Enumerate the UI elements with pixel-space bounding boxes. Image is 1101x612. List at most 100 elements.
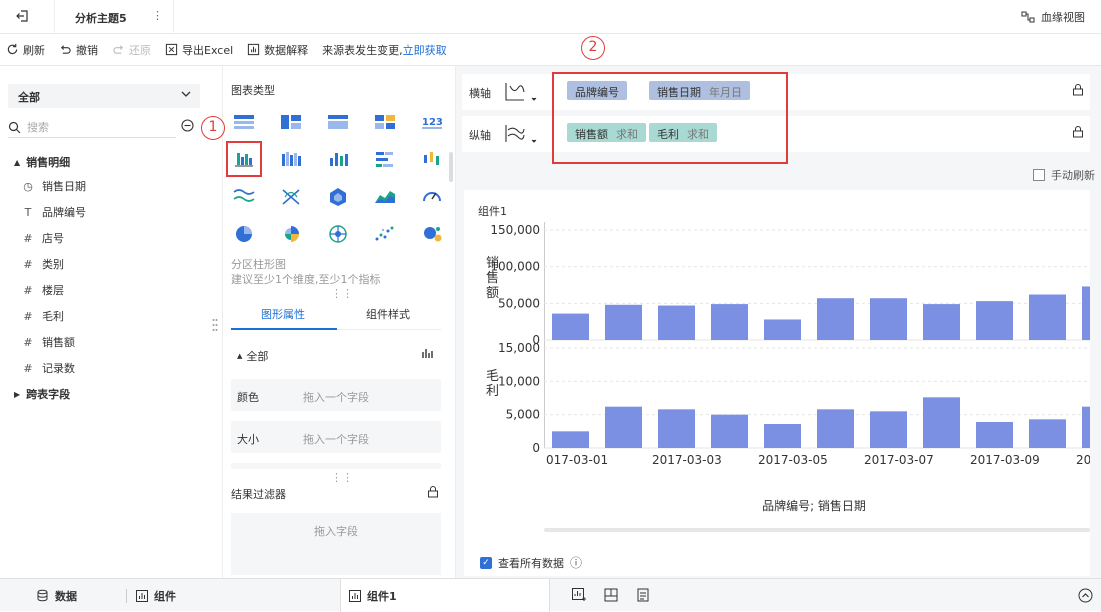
- chart-type-kpi-icon[interactable]: 123: [419, 109, 445, 135]
- all-group-toggle[interactable]: ▲ 全部: [237, 348, 268, 364]
- collapse-up-icon[interactable]: [1078, 588, 1093, 603]
- add-dashboard-icon[interactable]: [604, 588, 618, 602]
- tab-component[interactable]: 组件: [136, 579, 176, 612]
- chart-type-rose-icon[interactable]: [278, 220, 304, 246]
- add-report-icon[interactable]: [636, 588, 650, 602]
- database-icon: [37, 589, 48, 602]
- chart-type-horizontal-bar-icon[interactable]: [372, 146, 398, 172]
- search-input[interactable]: [27, 121, 157, 134]
- manual-refresh-checkbox[interactable]: [1033, 169, 1045, 181]
- title-bar: 分析主题5 ⋮ 血缘视图: [0, 0, 1101, 34]
- bar: [552, 431, 589, 448]
- annotation-highlight-box: [552, 72, 788, 164]
- table-group-sales-detail[interactable]: ▲ 销售明细: [14, 154, 70, 170]
- field-item[interactable]: # 类别: [22, 256, 64, 272]
- undo-label: 撤销: [76, 43, 98, 57]
- field-item[interactable]: ◷ 销售日期: [22, 178, 86, 194]
- checkbox-checked-icon[interactable]: ✓: [480, 556, 492, 569]
- y-axis-title: 销售额: [486, 256, 499, 301]
- field-item[interactable]: # 毛利: [22, 308, 64, 324]
- tab-component-1[interactable]: 组件1: [340, 579, 550, 612]
- tab-component-style[interactable]: 组件样式: [366, 306, 410, 322]
- field-item[interactable]: T 品牌编号: [22, 204, 86, 220]
- table-group-cross-fields[interactable]: ▶ 跨表字段: [14, 386, 70, 402]
- chart-type-grouped-bar-icon[interactable]: [226, 141, 262, 177]
- scope-dropdown[interactable]: 全部: [8, 84, 200, 108]
- x-axis-label: 横轴: [469, 87, 491, 100]
- redo-button[interactable]: 还原: [112, 42, 151, 58]
- chart-type-cross-table-icon[interactable]: [278, 109, 304, 135]
- bar: [817, 409, 854, 448]
- bar: [976, 301, 1013, 340]
- resize-handle-icon[interactable]: ⋮⋮: [331, 471, 353, 484]
- refresh-label: 刷新: [23, 43, 45, 57]
- more-icon[interactable]: ⋮: [152, 9, 163, 22]
- result-filter-drop-zone[interactable]: 拖入字段: [231, 513, 441, 575]
- add-field-icon[interactable]: [181, 119, 194, 132]
- bar: [923, 397, 960, 448]
- export-excel-button[interactable]: 导出Excel: [165, 42, 233, 58]
- back-icon[interactable]: [16, 9, 30, 23]
- manual-refresh-toggle[interactable]: 手动刷新: [1033, 167, 1095, 183]
- field-label: 类别: [42, 258, 64, 271]
- chart-type-area-icon[interactable]: [372, 183, 398, 209]
- data-explain-button[interactable]: 数据解释: [247, 42, 308, 58]
- scrollbar[interactable]: [449, 152, 453, 182]
- export-label: 导出Excel: [182, 43, 234, 57]
- field-item[interactable]: # 销售额: [22, 334, 75, 350]
- chart-type-gauge-icon[interactable]: [419, 183, 445, 209]
- lock-icon[interactable]: [1072, 126, 1084, 138]
- lock-icon[interactable]: [427, 486, 439, 498]
- chart-type-detail-table-icon[interactable]: [325, 109, 351, 135]
- lineage-icon: [1021, 11, 1035, 23]
- count-icon: #: [23, 361, 33, 375]
- chart-type-line-icon[interactable]: [231, 183, 257, 209]
- number-icon: #: [23, 335, 33, 349]
- field-item[interactable]: # 楼层: [22, 282, 64, 298]
- tab-title: 分析主题5: [75, 12, 127, 25]
- chart-type-table-icon[interactable]: [231, 109, 257, 135]
- chart-type-heatmap-table-icon[interactable]: [372, 109, 398, 135]
- info-icon[interactable]: ⓘ: [570, 554, 582, 571]
- lineage-view-button[interactable]: 血缘视图: [1021, 9, 1085, 25]
- chart-type-polygon-icon[interactable]: [325, 183, 351, 209]
- chart-config-panel: 图表类型 123 分区柱形图 建议至少1个维度,至少1个指标 ⋮⋮ 图形属性 组…: [222, 66, 456, 578]
- drag-handle-icon[interactable]: [212, 318, 218, 332]
- chart-type-range-bar-icon[interactable]: [419, 146, 445, 172]
- x-tick-label: 2017-03-05: [758, 453, 828, 467]
- explain-label: 数据解释: [264, 43, 309, 57]
- refresh-icon: [7, 43, 18, 55]
- chart-type-bubble-icon[interactable]: [419, 220, 445, 246]
- chart-type-map-icon[interactable]: [325, 220, 351, 246]
- tab-graphic-properties[interactable]: 图形属性: [261, 306, 305, 322]
- bar: [711, 414, 748, 448]
- size-label: 大小: [237, 433, 259, 446]
- axis-config-icon[interactable]: [504, 122, 538, 146]
- tab-data[interactable]: 数据: [36, 579, 77, 612]
- add-component-icon[interactable]: [572, 588, 586, 602]
- size-drop-zone[interactable]: 大小 拖入一个字段: [231, 421, 441, 453]
- bar-chart-small-icon[interactable]: [421, 347, 433, 359]
- y-axis-title: 毛利: [486, 369, 499, 399]
- color-placeholder: 拖入一个字段: [303, 391, 369, 404]
- color-drop-zone[interactable]: 颜色 拖入一个字段: [231, 379, 441, 411]
- chart-type-radar-icon[interactable]: [278, 183, 304, 209]
- undo-button[interactable]: 撤销: [59, 42, 98, 58]
- axis-config-icon[interactable]: [504, 80, 538, 104]
- chart-type-pie-icon[interactable]: [231, 220, 257, 246]
- annotation-marker-1: 1: [201, 116, 225, 140]
- see-all-data-toggle[interactable]: ✓ 查看所有数据 ⓘ: [480, 554, 582, 571]
- x-tick-label: 2017-03-07: [864, 453, 934, 467]
- fetch-now-link[interactable]: 立即获取: [403, 42, 447, 58]
- field-item[interactable]: # 店号: [22, 230, 64, 246]
- chart-type-bar-icon[interactable]: [325, 146, 351, 172]
- group-label: 销售明细: [26, 156, 71, 169]
- lock-icon[interactable]: [1072, 84, 1084, 96]
- field-item[interactable]: # 记录数: [22, 360, 75, 376]
- chart-type-scatter-icon[interactable]: [372, 220, 398, 246]
- bar: [1029, 294, 1066, 340]
- all-group-label: 全部: [246, 350, 269, 363]
- next-property-row: [231, 463, 441, 469]
- refresh-button[interactable]: 刷新: [6, 42, 45, 58]
- chart-type-stacked-bar-icon[interactable]: [278, 146, 304, 172]
